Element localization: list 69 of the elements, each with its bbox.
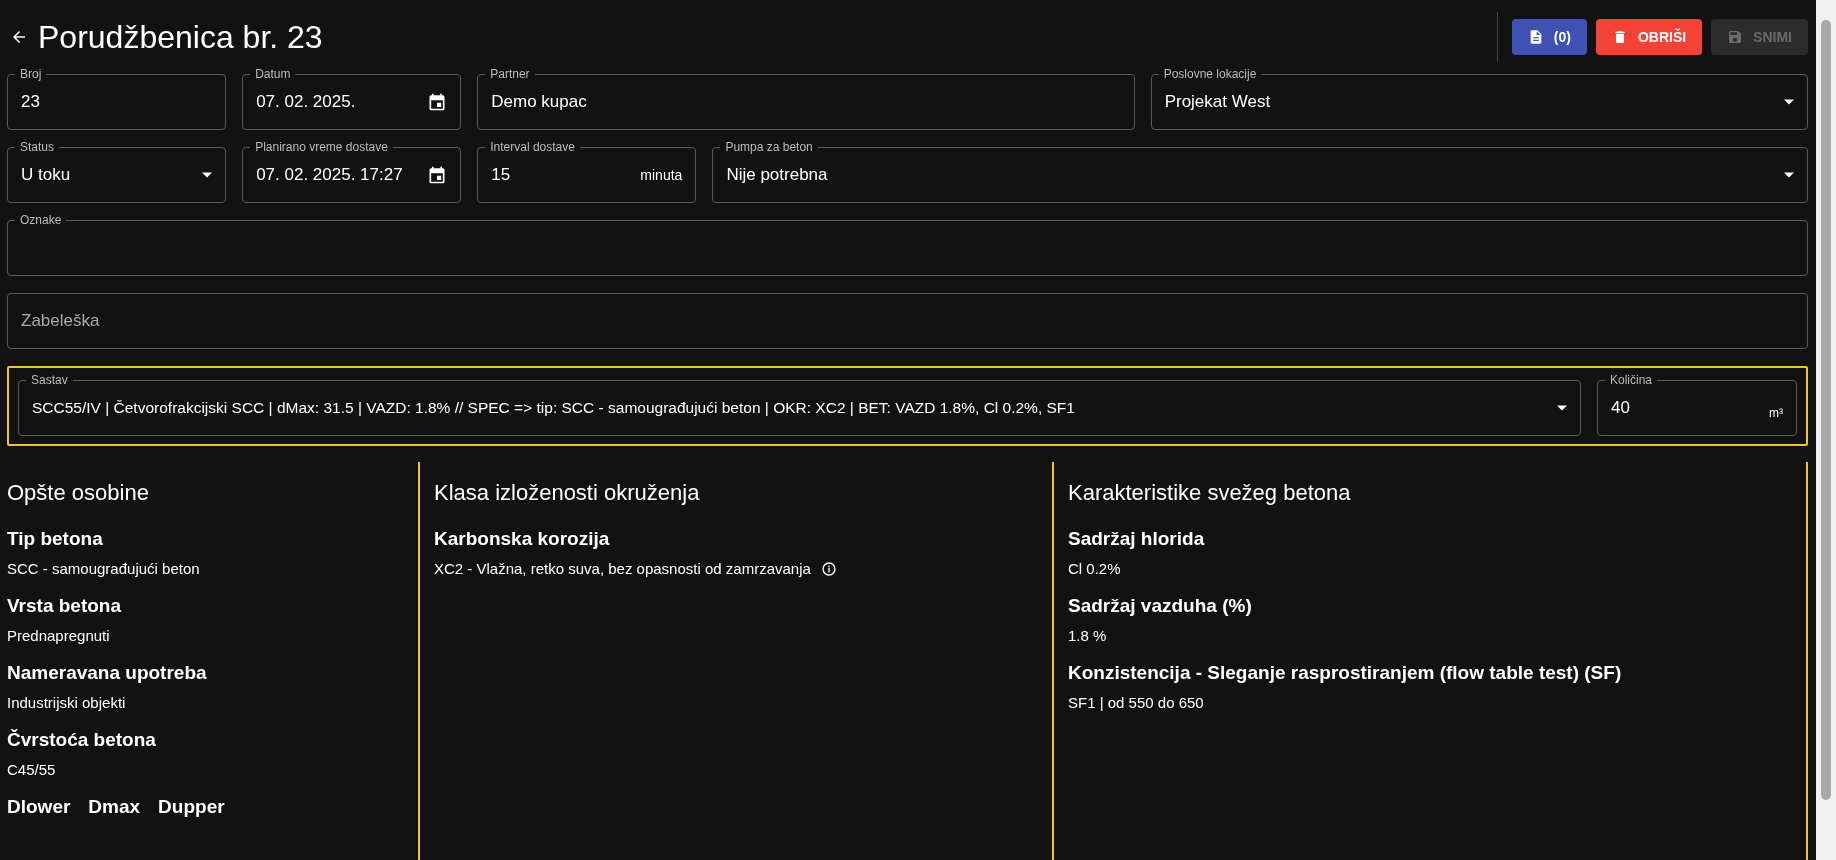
property-value: SCC - samougrađujući beton xyxy=(7,560,200,577)
dropdown-caret-icon[interactable] xyxy=(1784,99,1794,105)
field-value: Projekat West xyxy=(1164,92,1271,112)
input-field[interactable]: Poslovne lokacije Projekat West xyxy=(1150,66,1808,130)
dropdown-caret-icon[interactable] xyxy=(202,172,213,178)
field-label: Datum xyxy=(250,67,296,81)
scrollbar[interactable] xyxy=(1816,0,1836,860)
dropdown-caret-icon[interactable] xyxy=(1784,172,1794,178)
field-value: 15 xyxy=(491,165,511,185)
field-label: Sastav xyxy=(26,373,73,387)
field-label: Oznake xyxy=(15,213,67,227)
section-title: Opšte osobine xyxy=(7,480,150,506)
property-label: Konzistencija - Sleganje rasprostiranjem (flow table test) (SF) xyxy=(1068,662,1623,684)
delete-button[interactable]: OBRIŠI xyxy=(1595,19,1703,55)
field-value: Demo kupac xyxy=(491,92,587,112)
dropdown-caret-icon[interactable] xyxy=(1557,405,1567,411)
field-value: 23 xyxy=(21,92,40,112)
unit-label: m³ xyxy=(1769,406,1783,420)
quantity-field[interactable]: Količina 40 m³ xyxy=(1597,372,1797,436)
page-title: Porudžbenica br. 23 xyxy=(38,18,324,56)
field-value: 40 xyxy=(1611,398,1630,418)
field-label: Planirano vreme dostave xyxy=(250,140,393,154)
input-field[interactable]: Broj 23 xyxy=(7,66,227,130)
section-title: Klasa izloženosti okruženja xyxy=(434,480,701,506)
property-value: Prednapregnuti xyxy=(7,627,110,644)
field-value: 07. 02. 2025. 17:27 xyxy=(256,165,403,185)
input-field[interactable]: Status U toku xyxy=(7,139,227,203)
property-value: 1.8 % xyxy=(1068,627,1107,644)
property-value: C45/55 xyxy=(7,761,56,778)
calendar-icon[interactable] xyxy=(427,92,448,112)
field-value: Nije potrebna xyxy=(726,165,828,185)
section-title: Karakteristike svežeg betona xyxy=(1068,480,1352,506)
field-label: Broj xyxy=(15,67,47,81)
property-label: Dupper xyxy=(158,796,225,818)
input-field[interactable]: Interval dostave 15 minuta xyxy=(477,139,697,203)
field-label: Pumpa za beton xyxy=(720,140,818,154)
property-label: Vrsta betona xyxy=(7,595,123,617)
property-label: Dmax xyxy=(88,796,141,818)
field-label: Partner xyxy=(485,67,535,81)
property-label: Sadržaj hlorida xyxy=(1068,528,1206,550)
field-value: 07. 02. 2025. xyxy=(256,92,356,112)
field-value: SCC55/IV | Četvorofrakcijski SCC | dMax: 31.5 | VAZD: 1.8% // SPEC => tip: SCC - samougrađujući beton | OKR: XC2 | BET: VAZD 1.8%, Cl 0.2%, SF1 xyxy=(32,399,1075,417)
property-value: XC2 - Vlažna, retko suva, bez opasnosti od zamrzavanja xyxy=(434,560,811,577)
unit-label: minuta xyxy=(640,167,683,183)
field-label: Količina xyxy=(1605,373,1658,387)
input-field[interactable]: Zabeleška xyxy=(7,285,1808,349)
composition-select[interactable]: Sastav SCC55/IV | Četvorofrakcijski SCC | dMax: 31.5 | VAZD: 1.8% // SPEC => tip: SCC - samougrađujući beton | OKR: XC2 | BET: VAZD 1.8%, Cl 0.2%, SF1 xyxy=(18,372,1581,436)
input-field[interactable]: Planirano vreme dostave 07. 02. 2025. 17:27 xyxy=(242,139,462,203)
property-value: Industrijski objekti xyxy=(7,694,126,711)
property-label: Sadržaj vazduha (%) xyxy=(1068,595,1253,617)
input-field[interactable]: Oznake xyxy=(7,212,1808,276)
property-value: Cl 0.2% xyxy=(1068,560,1121,577)
input-field[interactable]: Partner Demo kupac xyxy=(477,66,1135,130)
documents-button[interactable]: (0) xyxy=(1511,19,1587,55)
property-label: Tip betona xyxy=(7,528,104,550)
field-label: Interval dostave xyxy=(485,140,580,154)
input-field[interactable]: Datum 07. 02. 2025. xyxy=(242,66,462,130)
field-label: Status xyxy=(15,140,60,154)
property-value: SF1 | od 550 do 650 xyxy=(1068,694,1204,711)
property-label: Nameravana upotreba xyxy=(7,662,208,684)
input-field[interactable]: Pumpa za beton Nije potrebna xyxy=(712,139,1808,203)
field-label: Poslovne lokacije xyxy=(1158,67,1262,81)
property-label: Karbonska korozija xyxy=(434,528,611,550)
property-label: Dlower xyxy=(7,796,71,818)
calendar-icon[interactable] xyxy=(427,165,448,185)
property-label: Čvrstoća betona xyxy=(7,729,157,751)
info-icon[interactable] xyxy=(820,560,837,577)
field-placeholder: Zabeleška xyxy=(21,311,100,331)
field-value: U toku xyxy=(21,165,71,185)
